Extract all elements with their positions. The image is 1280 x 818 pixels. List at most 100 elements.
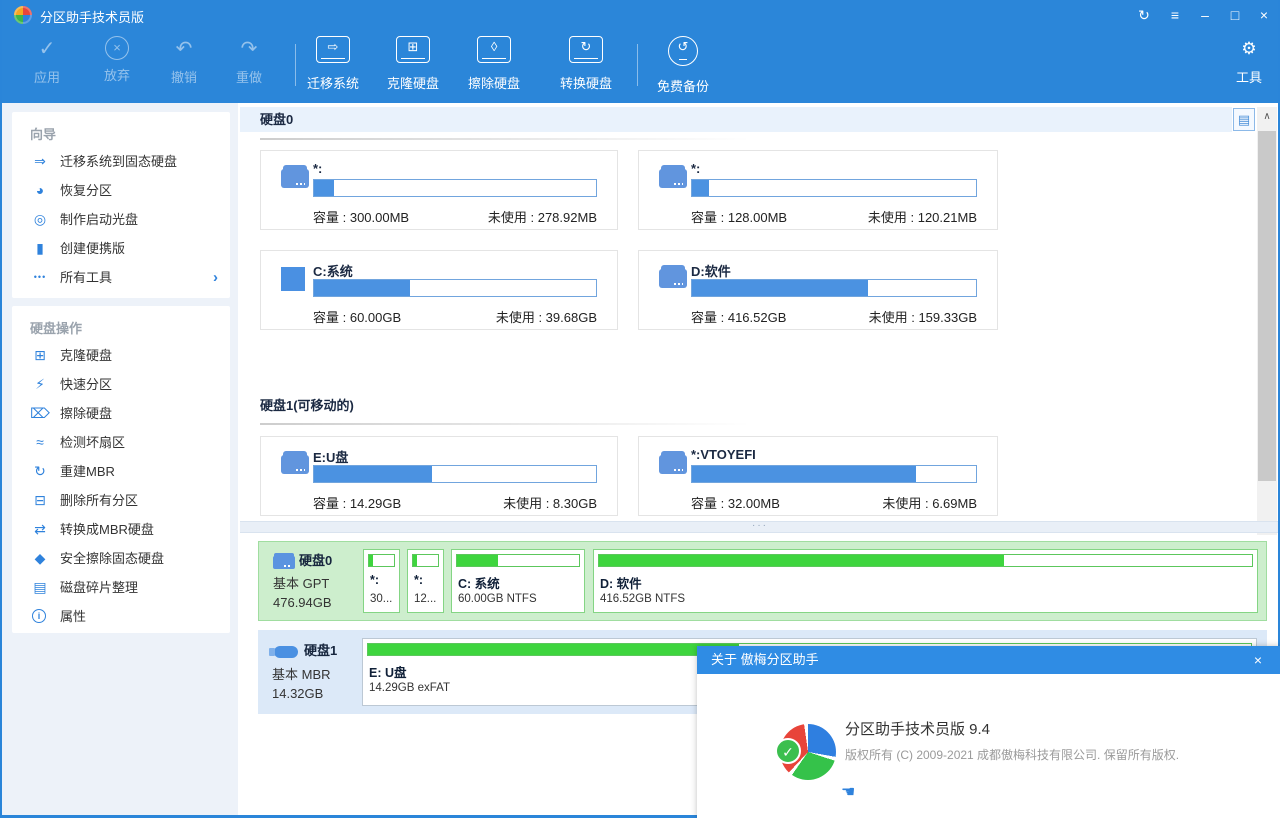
clone-disk-icon: ⊞ xyxy=(30,341,50,370)
usage-bar xyxy=(691,279,977,297)
convert-swap-icon: ⇄ xyxy=(30,515,50,544)
refresh-icon[interactable]: ↻ xyxy=(1131,4,1157,26)
partition-card-c[interactable]: C:系统 容量 : 60.00GB未使用 : 39.68GB xyxy=(260,250,618,330)
usage-mini-bar xyxy=(368,554,395,567)
partition-disk-icon xyxy=(659,169,687,188)
usb-drive-icon xyxy=(274,646,298,658)
partition-card-e[interactable]: E:U盘 容量 : 14.29GB未使用 : 8.30GB xyxy=(260,436,618,516)
free-text: 未使用 : 39.68GB xyxy=(496,307,597,326)
free-text: 未使用 : 278.92MB xyxy=(488,207,597,226)
free-text: 未使用 : 6.69MB xyxy=(882,493,977,512)
convert-disk-button[interactable]: ↻ 转换硬盘 xyxy=(550,36,622,92)
capacity-text: 容量 : 32.00MB xyxy=(691,496,780,511)
usage-bar xyxy=(691,179,977,197)
redo-button[interactable]: ↷ 重做 xyxy=(213,36,285,86)
discard-button[interactable]: × 放弃 xyxy=(81,36,153,84)
about-dialog: 关于 傲梅分区助手 × ✓ 分区助手技术员版 9.4 版权所有 (C) 2009… xyxy=(697,646,1280,818)
partition-card-vtoyefi[interactable]: *:VTOYEFI 容量 : 32.00MB未使用 : 6.69MB xyxy=(638,436,998,516)
sidebar: 向导 ⇒迁移系统到固态硬盘 ◕恢复分区 ◎制作启动光盘 ▮创建便携版 •••所有… xyxy=(2,103,238,815)
view-mode-icon[interactable]: ▤ xyxy=(1233,108,1255,131)
wipe-brush-icon: ⌦ xyxy=(30,399,50,428)
menu-icon[interactable]: ≡ xyxy=(1162,4,1188,26)
check-badge-icon: ✓ xyxy=(775,738,801,764)
app-title: 分区助手技术员版 xyxy=(40,7,144,26)
lightning-icon: ⚡ xyxy=(30,370,50,399)
about-product-title: 分区助手技术员版 9.4 xyxy=(845,718,990,739)
disk0-row[interactable]: 硬盘0 基本 GPT 476.94GB *: 30... *: 12... C:… xyxy=(258,541,1267,621)
sidebar-item-convert-to-mbr[interactable]: ⇄转换成MBR硬盘 xyxy=(12,515,230,544)
free-backup-icon: ↺ xyxy=(668,36,698,66)
sidebar-item-delete-all-partitions[interactable]: ⊟删除所有分区 xyxy=(12,486,230,515)
wizard-section-title: 向导 xyxy=(12,112,230,147)
eraser-diamond-icon: ◆ xyxy=(30,544,50,573)
redo-icon: ↷ xyxy=(236,36,262,62)
sidebar-item-properties[interactable]: i属性 xyxy=(12,602,230,631)
clone-disk-button[interactable]: ⊞ 克隆硬盘 xyxy=(377,36,449,92)
scrollbar-thumb[interactable] xyxy=(1258,131,1276,481)
free-text: 未使用 : 120.21MB xyxy=(868,207,977,226)
close-button[interactable]: × xyxy=(1251,4,1277,26)
sidebar-item-check-bad-sectors[interactable]: ≈检测坏扇区 xyxy=(12,428,230,457)
aomei-pie-logo: ✓ xyxy=(780,724,836,780)
wipe-disk-button[interactable]: ◊ 擦除硬盘 xyxy=(458,36,530,92)
maximize-button[interactable]: □ xyxy=(1222,4,1248,26)
undo-button[interactable]: ↶ 撤销 xyxy=(148,36,220,86)
windows-logo-icon xyxy=(281,267,305,291)
sidebar-item-migrate-os-to-ssd[interactable]: ⇒迁移系统到固态硬盘 xyxy=(12,147,230,176)
apply-button[interactable]: ✓ 应用 xyxy=(11,36,83,86)
usage-mini-bar xyxy=(412,554,439,567)
scrollbar[interactable]: ∧ ∨ xyxy=(1257,107,1277,535)
sidebar-item-disk-defrag[interactable]: ▤磁盘碎片整理 xyxy=(12,573,230,602)
toolbar-separator xyxy=(637,44,638,86)
capacity-text: 容量 : 14.29GB xyxy=(313,496,401,511)
usage-mini-bar xyxy=(456,554,580,567)
wrench-icon: ⚙ xyxy=(1236,36,1262,62)
sidebar-item-recover-partition[interactable]: ◕恢复分区 xyxy=(12,176,230,205)
usage-bar xyxy=(313,279,597,297)
info-icon: i xyxy=(32,609,46,623)
splitter-handle[interactable]: ··· xyxy=(240,521,1280,533)
partition-block-c[interactable]: C: 系统 60.00GB NTFS xyxy=(451,549,585,613)
partition-block-d[interactable]: D: 软件 416.52GB NTFS xyxy=(593,549,1258,613)
partition-card-efi[interactable]: *: 容量 : 300.00MB未使用 : 278.92MB xyxy=(260,150,618,230)
sidebar-item-rebuild-mbr[interactable]: ↻重建MBR xyxy=(12,457,230,486)
migrate-os-icon: ⇒ xyxy=(30,147,50,176)
usage-mini-bar xyxy=(598,554,1253,567)
about-dialog-titlebar: 关于 傲梅分区助手 xyxy=(697,646,1280,674)
wizard-group: 向导 ⇒迁移系统到固态硬盘 ◕恢复分区 ◎制作启动光盘 ▮创建便携版 •••所有… xyxy=(12,112,230,298)
undo-icon: ↶ xyxy=(171,36,197,62)
discard-circle-x-icon: × xyxy=(105,36,129,60)
sidebar-item-create-portable[interactable]: ▮创建便携版 xyxy=(12,234,230,263)
partition-block-efi[interactable]: *: 30... xyxy=(363,549,400,613)
tools-button[interactable]: ⚙ 工具 xyxy=(1213,36,1280,86)
minimize-button[interactable]: – xyxy=(1192,4,1218,26)
ellipsis-icon: ••• xyxy=(30,263,50,292)
convert-disk-icon: ↻ xyxy=(569,36,603,63)
disk0-header: 硬盘0 xyxy=(240,107,1232,132)
sidebar-item-wipe-disk[interactable]: ⌦擦除硬盘 xyxy=(12,399,230,428)
window-border-left xyxy=(0,0,2,818)
sidebar-item-secure-erase-ssd[interactable]: ◆安全擦除固态硬盘 xyxy=(12,544,230,573)
partition-disk-icon xyxy=(659,269,687,288)
toolbar-separator xyxy=(295,44,296,86)
sidebar-item-clone-disk[interactable]: ⊞克隆硬盘 xyxy=(12,341,230,370)
free-text: 未使用 : 8.30GB xyxy=(503,493,597,512)
migrate-system-button[interactable]: ⇨ 迁移系统 xyxy=(297,36,369,92)
rebuild-refresh-icon: ↻ xyxy=(30,457,50,486)
about-copyright: 版权所有 (C) 2009-2021 成都傲梅科技有限公司. 保留所有版权. xyxy=(845,746,1179,763)
partition-card-d[interactable]: D:软件 容量 : 416.52GB未使用 : 159.33GB xyxy=(638,250,998,330)
disk-ops-section-title: 硬盘操作 xyxy=(12,306,230,341)
sidebar-item-all-tools[interactable]: •••所有工具 › xyxy=(12,263,230,292)
sidebar-item-make-bootable-cd[interactable]: ◎制作启动光盘 xyxy=(12,205,230,234)
sidebar-item-quick-partition[interactable]: ⚡快速分区 xyxy=(12,370,230,399)
divider xyxy=(260,423,750,425)
free-text: 未使用 : 159.33GB xyxy=(869,307,977,326)
disk-operations-group: 硬盘操作 ⊞克隆硬盘 ⚡快速分区 ⌦擦除硬盘 ≈检测坏扇区 ↻重建MBR ⊟删除… xyxy=(12,306,230,633)
dialog-close-icon[interactable]: × xyxy=(1246,646,1270,674)
scroll-up-icon[interactable]: ∧ xyxy=(1257,107,1277,127)
apply-check-icon: ✓ xyxy=(34,36,60,62)
app-header: 分区助手技术员版 ↻ ≡ – □ × ✓ 应用 × 放弃 ↶ 撤销 ↷ 重做 xyxy=(0,0,1280,103)
partition-block-msr[interactable]: *: 12... xyxy=(407,549,444,613)
partition-card-msr[interactable]: *: 容量 : 128.00MB未使用 : 120.21MB xyxy=(638,150,998,230)
free-backup-button[interactable]: ↺ 免费备份 xyxy=(647,36,719,95)
